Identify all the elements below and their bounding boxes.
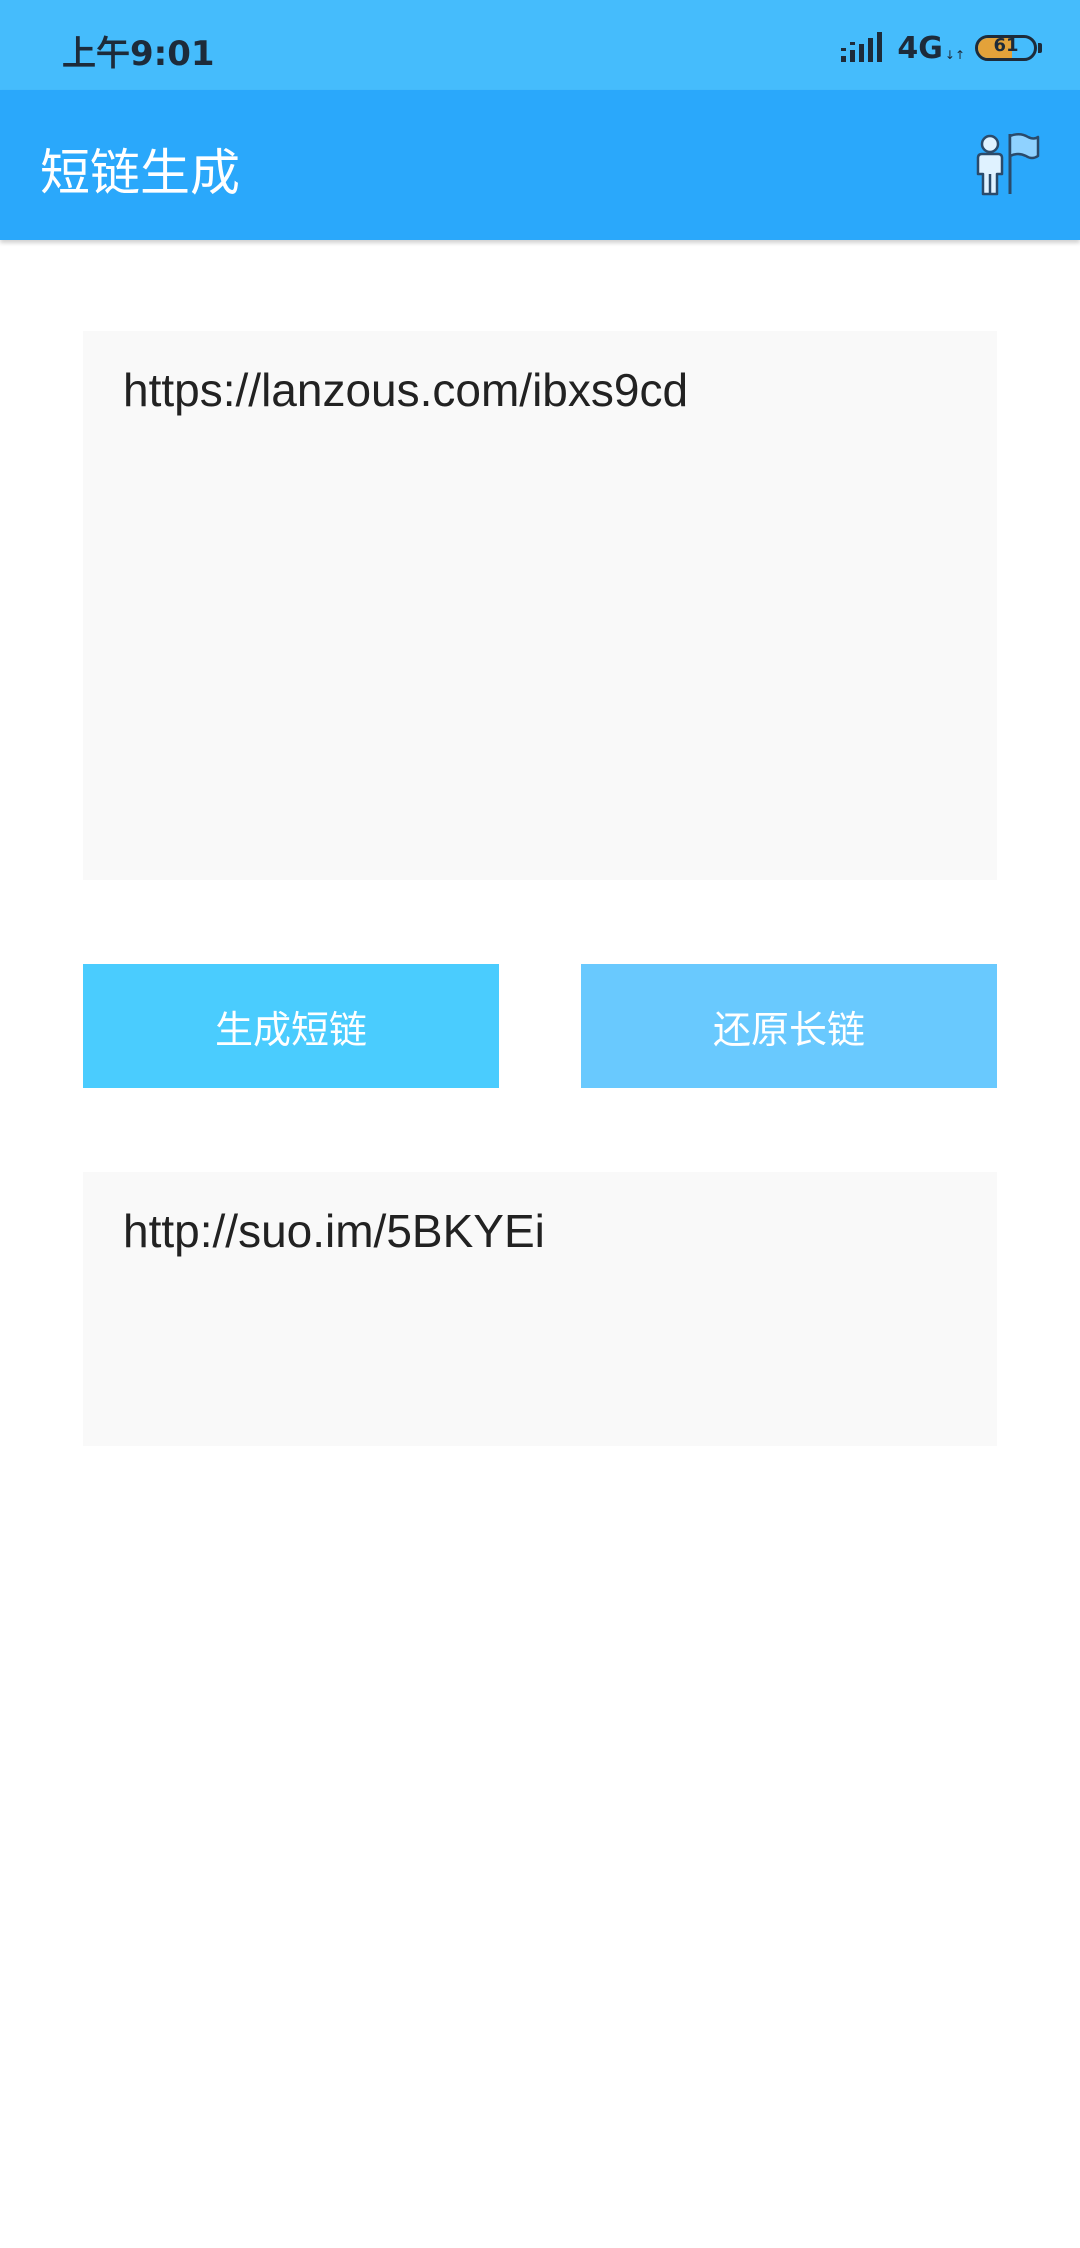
network-type-label: 4G bbox=[897, 30, 943, 66]
app-bar: 短链生成 bbox=[0, 90, 1080, 240]
short-url-output[interactable]: http://suo.im/5BKYEi bbox=[83, 1172, 997, 1446]
battery-level-text: 61 bbox=[993, 35, 1019, 56]
signal-icon bbox=[841, 32, 883, 62]
battery-cap bbox=[1038, 43, 1042, 53]
screen: 上午9:01 4G ↓↑ 61 短链生成 https://lanzous.com… bbox=[0, 0, 1080, 2248]
restore-long-link-button[interactable]: 还原长链 bbox=[581, 964, 997, 1088]
status-time: 上午9:01 bbox=[62, 34, 215, 74]
generate-short-link-button[interactable]: 生成短链 bbox=[83, 964, 499, 1088]
battery-icon: 61 bbox=[975, 35, 1037, 61]
status-indicators: 4G ↓↑ 61 bbox=[841, 28, 1042, 68]
person-with-flag-icon[interactable] bbox=[970, 128, 1042, 200]
status-bar: 上午9:01 4G ↓↑ 61 bbox=[0, 0, 1080, 90]
long-url-input[interactable]: https://lanzous.com/ibxs9cd bbox=[83, 331, 997, 880]
app-title: 短链生成 bbox=[40, 144, 240, 202]
network-activity-icon: ↓↑ bbox=[944, 48, 965, 62]
